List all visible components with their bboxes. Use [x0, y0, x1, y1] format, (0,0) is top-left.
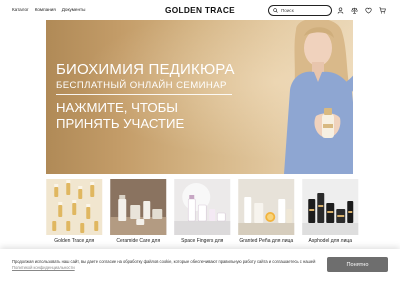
banner-model-image: [284, 20, 353, 174]
product-label[interactable]: Asphodel для лица: [308, 238, 352, 244]
banner-divider: [56, 94, 232, 95]
banner-cta-line-1: НАЖМИТЕ, ЧТОБЫ: [56, 100, 178, 115]
favorites-button[interactable]: [364, 6, 372, 14]
product-label[interactable]: Granted Peña для лица: [239, 238, 293, 244]
user-icon: [337, 7, 343, 14]
cart-icon: [378, 7, 386, 13]
search-input[interactable]: [281, 6, 331, 15]
product-image: [110, 179, 167, 235]
product-image: [46, 179, 103, 235]
site-header: Каталог Компания Документы GOLDEN TRACE: [0, 0, 400, 20]
product-card-granted-pena[interactable]: Granted Peña для лица: [238, 179, 295, 249]
product-image: [174, 179, 231, 235]
product-card-asphodel[interactable]: Asphodel для лица: [302, 179, 359, 249]
search-box[interactable]: [268, 5, 332, 16]
cookie-text: Продолжая использовать наш сайт, вы дает…: [12, 259, 316, 264]
compare-button[interactable]: [350, 6, 358, 14]
product-card-golden-trace[interactable]: Golden Trace для: [46, 179, 103, 249]
banner-subtitle: БЕСПЛАТНЫЙ ОНЛАЙН СЕМИНАР: [56, 80, 227, 91]
header-actions: [336, 6, 386, 14]
product-label[interactable]: Ceramide Care для: [116, 238, 160, 244]
product-card-ceramide-care[interactable]: Ceramide Care для: [110, 179, 167, 249]
cookie-banner: Продолжая использовать наш сайт, вы дает…: [0, 249, 400, 281]
cart-button[interactable]: [378, 6, 386, 14]
heart-icon: [364, 7, 372, 14]
banner-cta[interactable]: НАЖМИТЕ, ЧТОБЫ ПРИНЯТЬ УЧАСТИЕ: [56, 100, 184, 131]
product-image: [302, 179, 359, 235]
promo-banner[interactable]: БИОХИМИЯ ПЕДИКЮРА БЕСПЛАТНЫЙ ОНЛАЙН СЕМИ…: [46, 20, 353, 174]
banner-title: БИОХИМИЯ ПЕДИКЮРА: [56, 61, 235, 78]
product-label[interactable]: Golden Trace для: [54, 238, 94, 244]
search-icon: [273, 8, 278, 13]
product-card-space-fingers[interactable]: Space Fingers для: [174, 179, 231, 249]
product-label[interactable]: Space Fingers для: [181, 238, 223, 244]
cookie-accept-button[interactable]: Понятно: [327, 257, 388, 272]
cookie-message: Продолжая использовать наш сайт, вы дает…: [12, 259, 328, 271]
product-image: [238, 179, 295, 235]
account-button[interactable]: [336, 6, 344, 14]
scale-icon: [350, 7, 358, 14]
banner-cta-line-2: ПРИНЯТЬ УЧАСТИЕ: [56, 115, 185, 131]
product-carousel: Golden Trace для Ceramide Care для Space…: [46, 179, 359, 249]
privacy-policy-link[interactable]: Политикой конфиденциальности: [12, 265, 75, 270]
